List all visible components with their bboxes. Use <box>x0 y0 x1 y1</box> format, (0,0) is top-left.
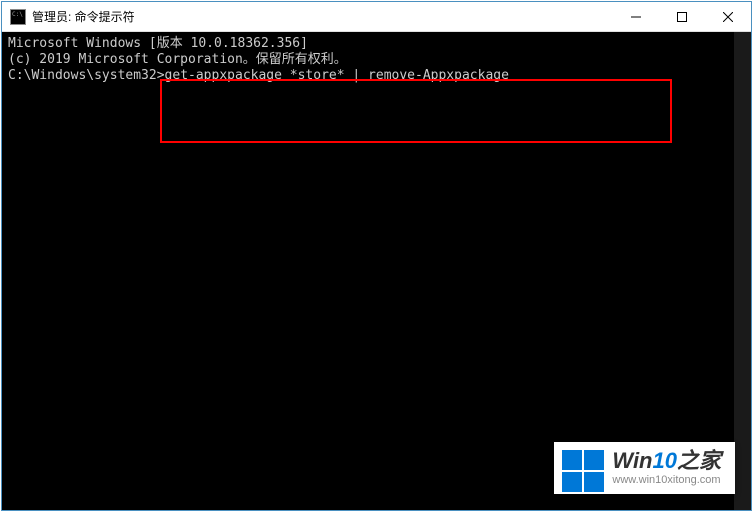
command-text: get-appxpackage *store* | remove-Appxpac… <box>165 68 509 83</box>
minimize-button[interactable] <box>613 2 659 31</box>
window-title: 管理员: 命令提示符 <box>32 8 613 25</box>
cmd-icon <box>10 9 26 25</box>
terminal-prompt-line: C:\Windows\system32>get-appxpackage *sto… <box>8 68 745 84</box>
prompt-text: C:\Windows\system32> <box>8 68 165 83</box>
terminal-line: (c) 2019 Microsoft Corporation。保留所有权利。 <box>8 52 745 68</box>
vertical-scrollbar[interactable] <box>734 32 751 510</box>
terminal-line: Microsoft Windows [版本 10.0.18362.356] <box>8 36 745 52</box>
terminal-area[interactable]: Microsoft Windows [版本 10.0.18362.356] (c… <box>2 32 751 510</box>
watermark-brand: Win10之家 <box>612 450 721 472</box>
window-controls <box>613 2 751 31</box>
close-button[interactable] <box>705 2 751 31</box>
highlight-annotation <box>160 79 672 143</box>
maximize-button[interactable] <box>659 2 705 31</box>
cmd-window: 管理员: 命令提示符 Microsoft Windows [版本 10.0.18… <box>1 1 752 511</box>
windows-logo-icon <box>562 450 604 492</box>
watermark-badge: Win10之家 www.win10xitong.com <box>554 442 735 494</box>
titlebar[interactable]: 管理员: 命令提示符 <box>2 2 751 32</box>
watermark-url: www.win10xitong.com <box>612 474 721 486</box>
